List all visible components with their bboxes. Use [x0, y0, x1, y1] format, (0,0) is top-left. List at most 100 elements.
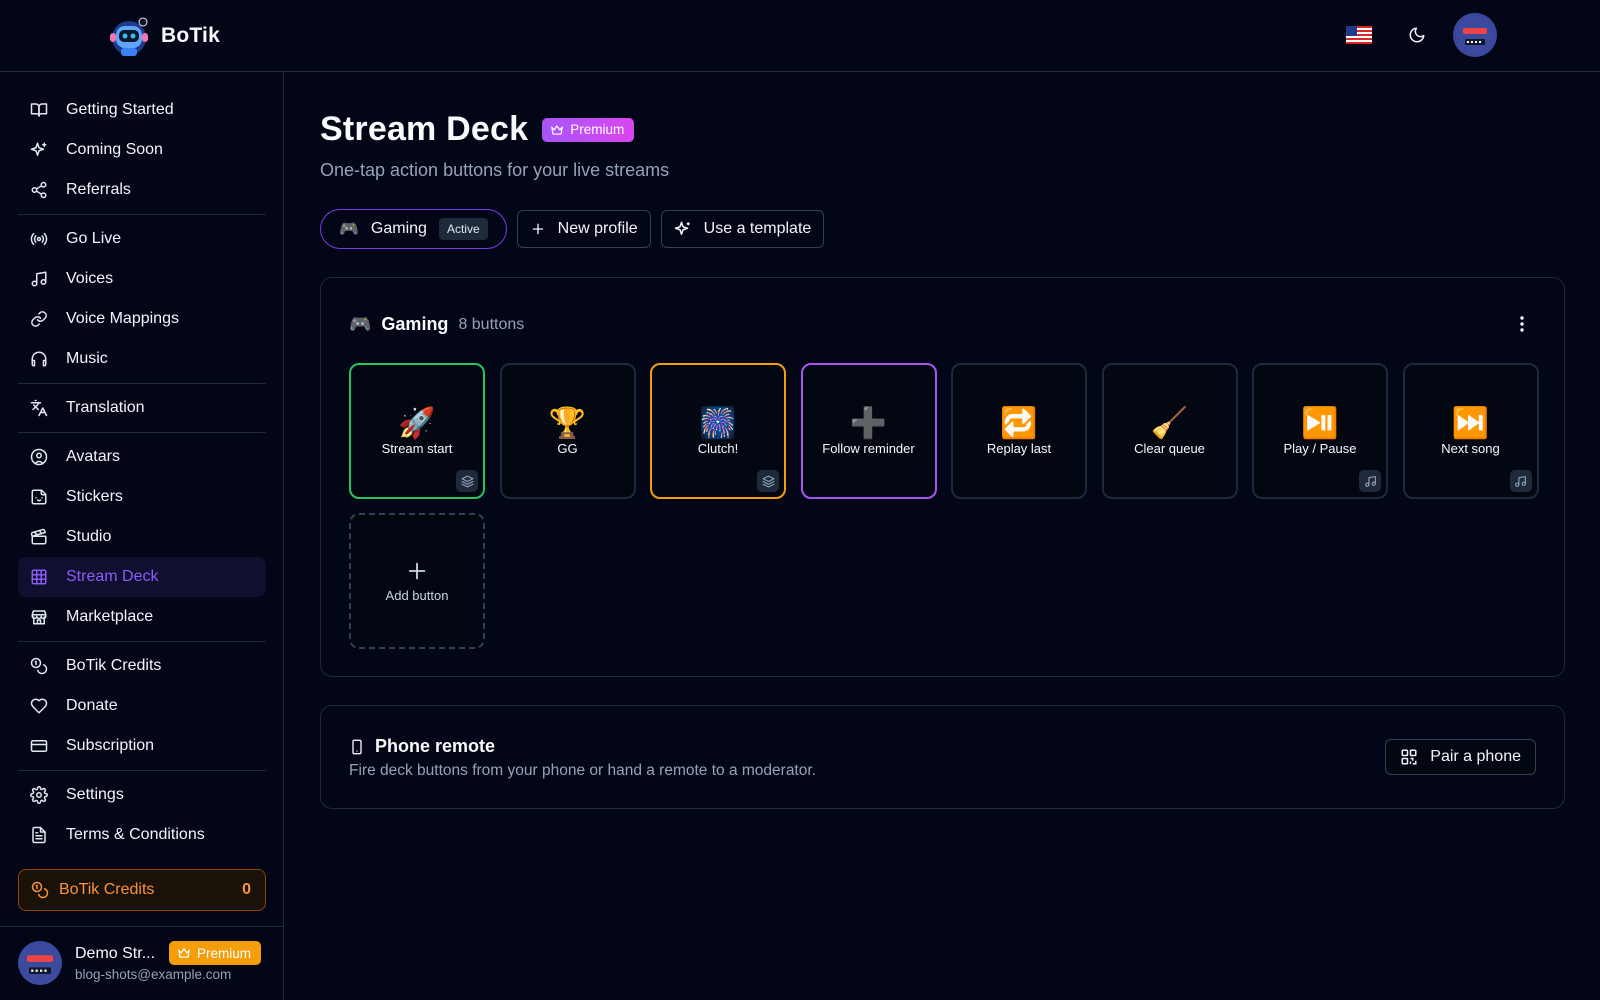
theme-toggle-button[interactable]: [1397, 15, 1437, 55]
sidebar-item-coming-soon[interactable]: Coming Soon: [18, 130, 266, 170]
deck-button-label: Next song: [1441, 440, 1500, 456]
deck-button-label: Follow reminder: [822, 440, 915, 456]
deck-button[interactable]: 🧹 Clear queue: [1101, 363, 1238, 499]
heart-icon: [30, 697, 48, 715]
gamepad-icon: 🎮: [339, 221, 359, 238]
new-profile-button[interactable]: New profile: [516, 210, 651, 248]
store-icon: [31, 610, 47, 625]
add-button-label: Add button: [385, 587, 449, 603]
sidebar-item-translation[interactable]: Translation: [18, 388, 266, 428]
sidebar-item-referrals[interactable]: Referrals: [18, 170, 266, 210]
grid-icon: [30, 568, 48, 586]
music-note-icon: [30, 270, 48, 288]
plus-icon: [532, 223, 543, 235]
sidebar-item-stickers[interactable]: Stickers: [18, 477, 266, 517]
sidebar-item-settings[interactable]: Settings: [18, 775, 266, 815]
music-note-icon-badge: [1359, 470, 1381, 492]
sidebar-item-botik-credits[interactable]: BoTik Credits: [18, 646, 266, 686]
sidebar-divider: [18, 214, 266, 215]
title-badge-label: Premium: [570, 122, 625, 137]
sidebar-item-label: Terms & Conditions: [66, 826, 205, 843]
sidebar-item-terms-conditions[interactable]: Terms & Conditions: [18, 815, 266, 855]
profile-tab-gaming[interactable]: 🎮 Gaming Active: [320, 209, 507, 249]
credits-balance-button[interactable]: BoTik Credits 0: [18, 869, 266, 911]
sidebar-item-label: Avatars: [66, 448, 120, 465]
pair-phone-button[interactable]: Pair a phone: [1385, 739, 1536, 775]
plus-icon: [408, 562, 426, 579]
phone-remote-card: Phone remote Fire deck buttons from your…: [320, 705, 1565, 809]
deck-button[interactable]: 🎆 Clutch!: [650, 363, 786, 499]
deck-button-emoji: 🚀: [398, 406, 436, 440]
languages-icon: [30, 399, 48, 417]
deck-button[interactable]: 🔁 Replay last: [951, 363, 1087, 499]
layers-icon: [461, 475, 473, 487]
page-title: Stream Deck: [320, 110, 529, 148]
deck-button-emoji: ⏯️: [1301, 406, 1339, 440]
sidebar-item-voices[interactable]: Voices: [18, 259, 266, 299]
sticker-icon: [31, 489, 47, 505]
document-icon: [30, 826, 48, 844]
user-profile[interactable]: Demo Str... Premium blog-shots@example.c…: [0, 926, 284, 1000]
profile-name: Gaming: [370, 220, 427, 237]
sidebar-item-subscription[interactable]: Subscription: [18, 726, 266, 766]
language-selector[interactable]: [1339, 15, 1379, 55]
credits-value: 0: [242, 881, 251, 898]
sidebar-item-stream-deck[interactable]: Stream Deck: [18, 557, 266, 597]
sidebar-item-music[interactable]: Music: [18, 339, 266, 379]
crown-icon: [551, 124, 564, 135]
broadcast-icon: [30, 232, 48, 246]
new-profile-label: New profile: [557, 220, 638, 237]
sidebar-item-label: Stream Deck: [66, 568, 159, 585]
add-button-tile[interactable]: Add button: [349, 513, 485, 649]
deck-button-emoji: ➕: [849, 406, 888, 440]
deck-button[interactable]: ➕ Follow reminder: [800, 363, 937, 499]
sidebar-nav: Getting Started Coming Soon Referrals Go…: [18, 90, 266, 855]
pair-phone-label: Pair a phone: [1430, 748, 1521, 765]
brand-name: BoTik: [161, 24, 220, 47]
sidebar-item-getting-started[interactable]: Getting Started: [18, 90, 266, 130]
music-note-icon-badge: [1509, 470, 1532, 492]
sparkles-icon: [30, 142, 47, 156]
user-circle-icon: [30, 448, 48, 466]
deck-button-emoji: 🏆: [548, 406, 587, 440]
headphones-icon: [30, 350, 48, 368]
phone-remote-title: Phone remote: [375, 736, 496, 756]
deck-button-emoji: 🧹: [1150, 406, 1189, 440]
gamepad-icon: 🎮: [349, 314, 372, 334]
heart-icon: [30, 698, 48, 714]
title-premium-badge: Premium: [542, 117, 635, 142]
avatar: [18, 941, 62, 985]
user-avatar-button[interactable]: [1455, 15, 1495, 55]
brand[interactable]: BoTik: [107, 14, 220, 58]
sidebar-item-label: Translation: [66, 399, 145, 416]
deck-button[interactable]: ⏭️ Next song: [1402, 363, 1539, 499]
sidebar-item-avatars[interactable]: Avatars: [18, 437, 266, 477]
credit-card-icon: [30, 740, 48, 752]
avatar: [1455, 15, 1495, 55]
deck-button[interactable]: 🚀 Stream start: [349, 363, 485, 499]
credit-card-icon: [30, 737, 48, 755]
deck-button[interactable]: 🏆 GG: [499, 363, 636, 499]
smartphone-icon: [352, 739, 362, 754]
sidebar-item-voice-mappings[interactable]: Voice Mappings: [18, 299, 266, 339]
premium-badge-label: Premium: [197, 945, 252, 961]
deck-name: Gaming: [381, 314, 449, 334]
sidebar-item-label: Studio: [66, 528, 112, 545]
share-icon: [30, 181, 48, 199]
sidebar-item-studio[interactable]: Studio: [18, 517, 266, 557]
phone-remote-description: Fire deck buttons from your phone or han…: [349, 762, 816, 779]
sidebar-item-label: Voices: [66, 270, 114, 287]
profile-bar: 🎮 Gaming Active New profile Use a templa…: [320, 209, 825, 249]
deck-button-emoji: 🎆: [699, 406, 737, 440]
use-template-button[interactable]: Use a template: [660, 210, 825, 248]
deck-more-button[interactable]: [1508, 310, 1536, 338]
sidebar-item-marketplace[interactable]: Marketplace: [18, 597, 266, 637]
deck-button-label: Replay last: [986, 440, 1052, 456]
deck-button[interactable]: ⏯️ Play / Pause: [1252, 363, 1388, 499]
gear-icon: [30, 786, 48, 804]
sparkles-icon: [30, 141, 48, 159]
credits-label: BoTik Credits: [59, 881, 155, 898]
sidebar-item-donate[interactable]: Donate: [18, 686, 266, 726]
sidebar-item-label: Settings: [66, 786, 124, 803]
sidebar-item-go-live[interactable]: Go Live: [18, 219, 266, 259]
